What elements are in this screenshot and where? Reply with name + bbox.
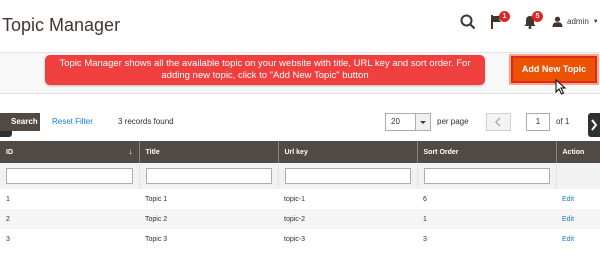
user-menu[interactable]: admin ▼ bbox=[552, 16, 599, 27]
notifications-button[interactable]: 1 bbox=[490, 11, 510, 34]
messages-badge: 5 bbox=[532, 11, 543, 22]
per-page-value: 20 bbox=[391, 117, 400, 126]
column-header-title[interactable]: Title bbox=[139, 141, 279, 163]
add-new-topic-button[interactable]: Add New Topic bbox=[511, 56, 597, 83]
per-page-select[interactable]: 20 bbox=[385, 113, 431, 131]
filter-url-key-input[interactable] bbox=[284, 168, 411, 184]
filter-id-input[interactable] bbox=[6, 168, 133, 184]
table-row[interactable]: 1 Topic 1 topic-1 6 Edit bbox=[0, 189, 600, 209]
page-title: Topic Manager bbox=[2, 15, 121, 35]
search-icon bbox=[460, 14, 476, 30]
search-grid-button[interactable]: Search bbox=[0, 113, 40, 131]
grid-controls: Search Reset Filter 3 records found 20 p… bbox=[0, 113, 600, 133]
notifications-badge: 1 bbox=[499, 11, 510, 22]
records-count: 3 records found bbox=[118, 117, 174, 126]
user-icon bbox=[552, 16, 563, 27]
chevron-down-icon: ▼ bbox=[592, 18, 599, 25]
cell-title: Topic 2 bbox=[145, 215, 168, 223]
cell-sort-order: 6 bbox=[423, 195, 427, 203]
filter-title-input[interactable] bbox=[145, 168, 272, 184]
messages-button[interactable]: 5 bbox=[523, 11, 543, 34]
cell-url-key: topic-3 bbox=[284, 235, 306, 243]
edit-link[interactable]: Edit bbox=[562, 236, 574, 243]
cell-id: 3 bbox=[6, 235, 10, 243]
cell-sort-order: 1 bbox=[423, 215, 427, 223]
reset-filter-link[interactable]: Reset Filter bbox=[52, 117, 93, 126]
cell-title: Topic 3 bbox=[145, 235, 168, 243]
sort-down-icon: ↓ bbox=[128, 147, 133, 156]
chevron-left-icon bbox=[494, 117, 501, 127]
edit-link[interactable]: Edit bbox=[562, 216, 574, 223]
previous-page-button[interactable] bbox=[486, 113, 511, 131]
cell-title: Topic 1 bbox=[145, 195, 168, 203]
total-pages-label: of 1 bbox=[556, 117, 570, 126]
topics-grid: ID ↓ Title Url key Sort Order Action 1 To… bbox=[0, 141, 600, 249]
column-header-url-key[interactable]: Url key bbox=[278, 141, 418, 163]
chevron-down-icon bbox=[420, 121, 426, 124]
current-page-input[interactable]: 1 bbox=[526, 113, 550, 131]
cell-sort-order: 3 bbox=[423, 235, 427, 243]
edit-link[interactable]: Edit bbox=[562, 196, 574, 203]
cell-url-key: topic-2 bbox=[284, 215, 306, 223]
search-button[interactable] bbox=[460, 14, 480, 34]
filter-sort-order-input[interactable] bbox=[423, 168, 550, 184]
filter-row bbox=[0, 163, 600, 189]
mouse-cursor-icon bbox=[555, 79, 567, 95]
column-header-id[interactable]: ID ↓ bbox=[0, 141, 140, 163]
cell-id: 1 bbox=[6, 195, 10, 203]
grid-header-row: ID ↓ Title Url key Sort Order Action bbox=[0, 141, 600, 163]
cell-url-key: topic-1 bbox=[284, 195, 306, 203]
column-header-sort-order[interactable]: Sort Order bbox=[417, 141, 557, 163]
cell-id: 2 bbox=[6, 215, 10, 223]
table-row[interactable]: 2 Topic 2 topic-2 1 Edit bbox=[0, 209, 600, 229]
per-page-dropdown-toggle[interactable] bbox=[415, 114, 430, 130]
help-tooltip: Topic Manager shows all the available to… bbox=[45, 55, 485, 85]
column-header-action: Action bbox=[556, 141, 600, 163]
user-name: admin bbox=[567, 17, 589, 26]
per-page-label: per page bbox=[437, 117, 469, 126]
table-row[interactable]: 3 Topic 3 topic-3 3 Edit bbox=[0, 229, 600, 249]
